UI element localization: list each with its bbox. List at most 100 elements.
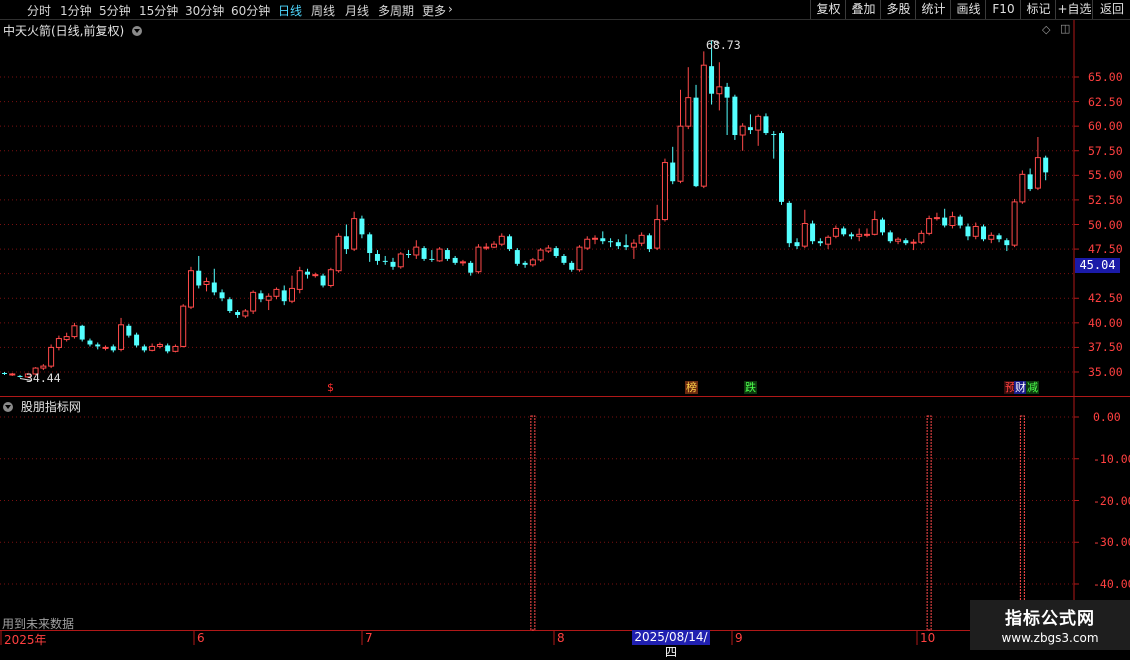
candle-body-down [227, 299, 233, 312]
price-axis-label: 42.50 [1088, 291, 1123, 306]
candle-body-down [996, 235, 1002, 240]
candle-body-up [187, 270, 194, 308]
candle-body-up [459, 261, 466, 264]
chart-annotations [19, 39, 720, 382]
candle-body-down [87, 340, 93, 345]
candle-body-down [374, 254, 380, 261]
candle-body-down [17, 375, 23, 377]
candle-body-up [871, 219, 878, 235]
candle-body-down [211, 282, 217, 293]
candle-body-up [491, 243, 498, 248]
candle-body-down [141, 346, 147, 351]
date-axis-label: 7 [365, 631, 373, 645]
candle-body-up [576, 246, 583, 271]
candle-body-down [561, 255, 567, 263]
candle-body-up [475, 246, 482, 273]
indicator-axis-label: -30.00 [1093, 535, 1130, 550]
candle-body-down [981, 226, 987, 240]
candle-body-down [724, 86, 730, 98]
current-price-tag: 45.04 [1075, 258, 1120, 273]
candlestick-series [2, 40, 1049, 378]
date-axis-label: 9 [735, 631, 743, 645]
candle-body-down [382, 260, 388, 262]
candle-body-up [1011, 201, 1018, 246]
candle-body-up [48, 346, 55, 367]
main-panel-title[interactable]: 中天火箭(日线,前复权) [3, 22, 146, 39]
candle-body-down [600, 238, 606, 242]
candle-body-down [794, 242, 800, 247]
candle-body-down [779, 133, 784, 202]
indicator-axis-label: -40.00 [1093, 577, 1130, 591]
sub-panel-title[interactable]: 股朋指标网 [3, 398, 81, 415]
candle-body-down [219, 292, 225, 299]
candle-body-up [910, 241, 917, 244]
candle-body-up [592, 237, 599, 240]
candle-body-up [483, 246, 490, 249]
event-marker[interactable]: 榜 [685, 381, 698, 394]
candle-body-up [972, 225, 979, 237]
candle-body-up [102, 346, 109, 349]
event-marker[interactable]: 减 [1026, 381, 1039, 394]
price-axis-label: 65.00 [1088, 70, 1123, 84]
candle-body-up [250, 291, 257, 312]
candle-body-down [110, 346, 116, 351]
candle-body-up [242, 310, 249, 317]
candle-body-down [507, 236, 513, 250]
candle-body-up [801, 223, 808, 247]
candle-body-up [327, 269, 334, 286]
candle-body-up [9, 373, 16, 376]
indicator-axis-label: -20.00 [1093, 493, 1130, 508]
candle-body-down [359, 218, 365, 235]
candle-body-up [63, 336, 70, 341]
candle-body-down [709, 66, 715, 94]
chevron-down-icon[interactable] [132, 26, 143, 36]
candle-body-down [615, 242, 621, 247]
candle-body-down [258, 293, 264, 300]
candle-body-up [498, 235, 505, 245]
candle-body-up [685, 97, 692, 127]
candle-body-up [933, 217, 940, 220]
candle-body-down [421, 248, 427, 259]
candle-body-down [406, 254, 412, 255]
candle-body-up [172, 345, 179, 352]
candle-body-down [165, 345, 171, 352]
candle-body-down [444, 250, 450, 259]
candle-body-up [265, 295, 272, 301]
candle-body-up [149, 345, 156, 351]
candle-body-down [1043, 157, 1049, 173]
candle-body-up [832, 227, 839, 237]
indicator-signal-bar [530, 415, 536, 631]
high-price-label: 68.73 [706, 38, 741, 52]
candle-body-up [739, 125, 746, 136]
candle-body-down [623, 245, 629, 248]
price-axis-label: 37.50 [1088, 340, 1123, 355]
event-marker[interactable]: 跌 [744, 381, 757, 394]
candle-body-down [763, 116, 769, 134]
chevron-down-icon[interactable] [3, 402, 13, 412]
candle-body-down [79, 325, 85, 340]
candle-body-down [693, 97, 699, 187]
candle-body-up [529, 259, 536, 266]
candle-body-down [646, 235, 652, 250]
candle-body-down [817, 241, 823, 244]
panel-toggle-icon[interactable]: ◫ [1060, 22, 1070, 35]
candle-body-up [700, 64, 707, 187]
candle-body-up [856, 233, 863, 237]
candle-body-down [305, 271, 311, 275]
candle-body-down [281, 290, 287, 302]
candle-body-down [95, 344, 101, 347]
candle-body-up [40, 365, 47, 369]
candle-body-down [367, 234, 373, 254]
diamond-icon[interactable]: ◇ [1042, 23, 1050, 36]
candle-body-down [608, 241, 614, 243]
candle-body-down [429, 258, 435, 260]
candle-body-up [335, 235, 342, 272]
candle-body-up [584, 238, 591, 249]
price-axis-label: 55.00 [1088, 168, 1123, 183]
price-axis-label: 40.00 [1088, 315, 1123, 330]
candle-body-up [545, 247, 552, 252]
event-marker[interactable]: $ [326, 381, 335, 394]
low-price-label: 34.44 [26, 371, 61, 385]
candle-body-up [118, 324, 125, 350]
candle-body-up [630, 242, 637, 248]
